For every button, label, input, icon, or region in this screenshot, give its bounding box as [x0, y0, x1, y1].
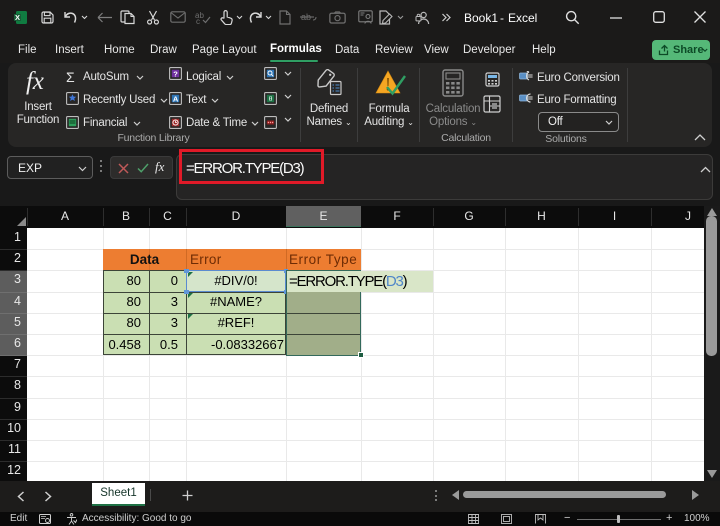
svg-text:A: A: [173, 94, 179, 103]
svg-text:c: c: [196, 17, 200, 24]
svg-text:X: X: [15, 13, 20, 22]
svg-text:?: ?: [173, 69, 178, 78]
